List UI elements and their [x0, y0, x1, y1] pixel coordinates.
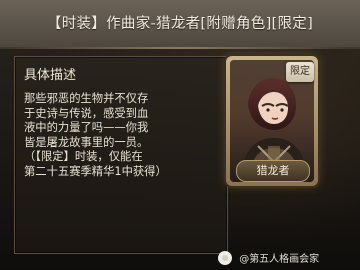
- item-title: 【时装】作曲家-猎龙者[附赠角色][限定]: [46, 16, 314, 32]
- title-divider: [0, 47, 360, 49]
- limited-badge: 限定: [286, 62, 314, 82]
- title-bar: 【时装】作曲家-猎龙者[附赠角色][限定]: [0, 0, 360, 49]
- description-heading: 具体描述: [24, 68, 77, 83]
- description-text: 那些邪恶的生物并不仅存 于史诗与传说，感受到血 液中的力量了吗——你我 皆是屠龙…: [24, 92, 167, 178]
- weibo-icon: [218, 251, 232, 265]
- scene: 【时装】作曲家-猎龙者[附赠角色][限定] 具体描述 那些邪恶的生物并不仅存 于…: [0, 0, 360, 270]
- watermark-text: @第五人格画会家: [239, 254, 320, 265]
- watermark: @第五人格画会家: [218, 250, 358, 268]
- character-name-plate: 猎龙者: [236, 160, 310, 182]
